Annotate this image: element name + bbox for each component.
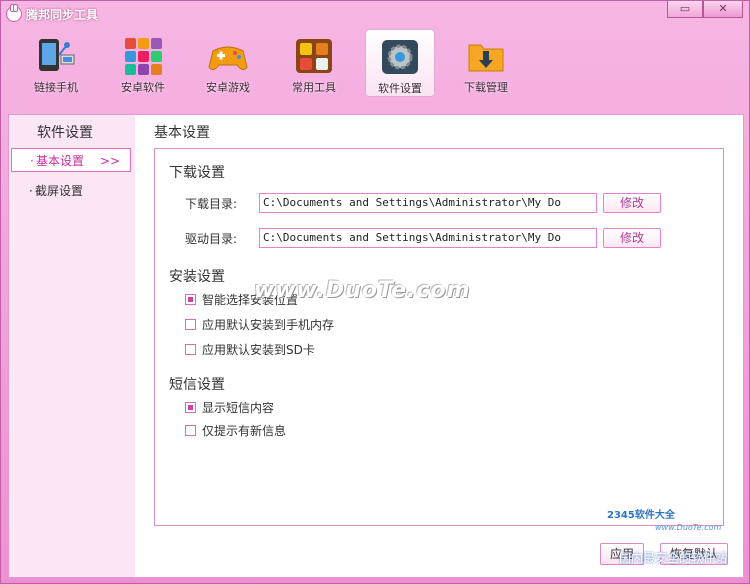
window-controls: ▭ ✕ [667,1,743,19]
app-title: 腾邦同步工具 [26,8,99,22]
tool-software[interactable]: 安卓软件 [108,29,178,97]
watermark-text: www.DuoTe.com [254,278,471,303]
driver-dir-input[interactable]: C:\Documents and Settings\Administrator\… [259,228,597,248]
main-toolbar: 链接手机 安卓软件 安卓游戏 常用工具 软件设置 下载管理 [1,27,749,99]
sidebar-item-label: 基本设置 [36,154,85,168]
driver-dir-label: 驱动目录: [185,232,238,246]
checkbox-label: 应用默认安装到手机内存 [202,318,335,332]
close-button[interactable]: ✕ [703,1,743,18]
section-title-sms: 短信设置 [169,377,225,393]
section-title-install: 安装设置 [169,269,225,285]
download-dir-label: 下载目录: [185,197,238,211]
settings-panel: 下载设置 下载目录: C:\Documents and Settings\Adm… [154,148,724,526]
page-title: 基本设置 [154,125,210,141]
overlay-logo-url: www.DuoTe.com [655,523,722,532]
download-folder-icon [468,44,504,72]
tool-label: 安卓游戏 [206,81,250,94]
gamepad-icon [208,46,248,71]
checkbox-checked[interactable] [185,294,196,305]
modify-download-dir-button[interactable]: 修改 [603,193,661,213]
bullet: · [29,184,33,198]
overlay-logo-site: 国内最安全的软件站 [619,551,728,565]
checkbox[interactable] [185,319,196,330]
sidebar-item-screenshot[interactable]: · 截屏设置 [11,179,131,203]
install-option-phone-memory[interactable]: 应用默认安装到手机内存 [185,317,334,333]
sms-option-show-content[interactable]: 显示短信内容 [185,400,274,416]
tool-phone[interactable]: 链接手机 [21,29,91,97]
sidebar-item-basic[interactable]: · 基本设置 >> [11,148,131,172]
install-option-sd-card[interactable]: 应用默认安装到SD卡 [185,342,315,358]
phone-connect-icon [39,39,75,71]
tool-tools[interactable]: 常用工具 [279,29,349,97]
tool-label: 常用工具 [292,81,336,94]
tool-settings[interactable]: 软件设置 [365,29,435,97]
bullet: · [30,154,34,168]
sms-option-notify-only[interactable]: 仅提示有新信息 [185,423,286,439]
double-chevron-right-icon: >> [99,154,120,168]
app-logo-icon [6,4,22,22]
title-bar[interactable]: 腾邦同步工具 ▭ ✕ [1,1,749,27]
overlay-logo-brand: 2345软件大全 [607,510,675,521]
gear-icon [382,40,418,74]
sidebar-title: 软件设置 [37,125,93,141]
checkbox-label: 显示短信内容 [202,401,275,415]
download-dir-input[interactable]: C:\Documents and Settings\Administrator\… [259,193,597,213]
section-title-download: 下载设置 [169,165,225,181]
app-grid-icon [125,38,162,75]
tool-label: 下载管理 [464,81,508,94]
minimize-button[interactable]: ▭ [667,1,703,18]
toolbox-icon [296,39,332,73]
checkbox[interactable] [185,344,196,355]
checkbox[interactable] [185,425,196,436]
app-window: 腾邦同步工具 ▭ ✕ 链接手机 安卓软件 安卓游戏 常用工具 软件设置 下载管理… [0,0,750,584]
modify-driver-dir-button[interactable]: 修改 [603,228,661,248]
checkbox-label: 应用默认安装到SD卡 [202,343,315,357]
settings-sidebar: 软件设置 · 基本设置 >> · 截屏设置 [9,115,135,577]
tool-label: 软件设置 [378,82,422,95]
checkbox-label: 仅提示有新信息 [202,424,287,438]
tool-games[interactable]: 安卓游戏 [193,29,263,97]
tool-label: 安卓软件 [121,81,165,94]
tool-label: 链接手机 [34,81,78,94]
tool-download[interactable]: 下载管理 [451,29,521,97]
checkbox-checked[interactable] [185,402,196,413]
sidebar-item-label: 截屏设置 [35,184,84,198]
